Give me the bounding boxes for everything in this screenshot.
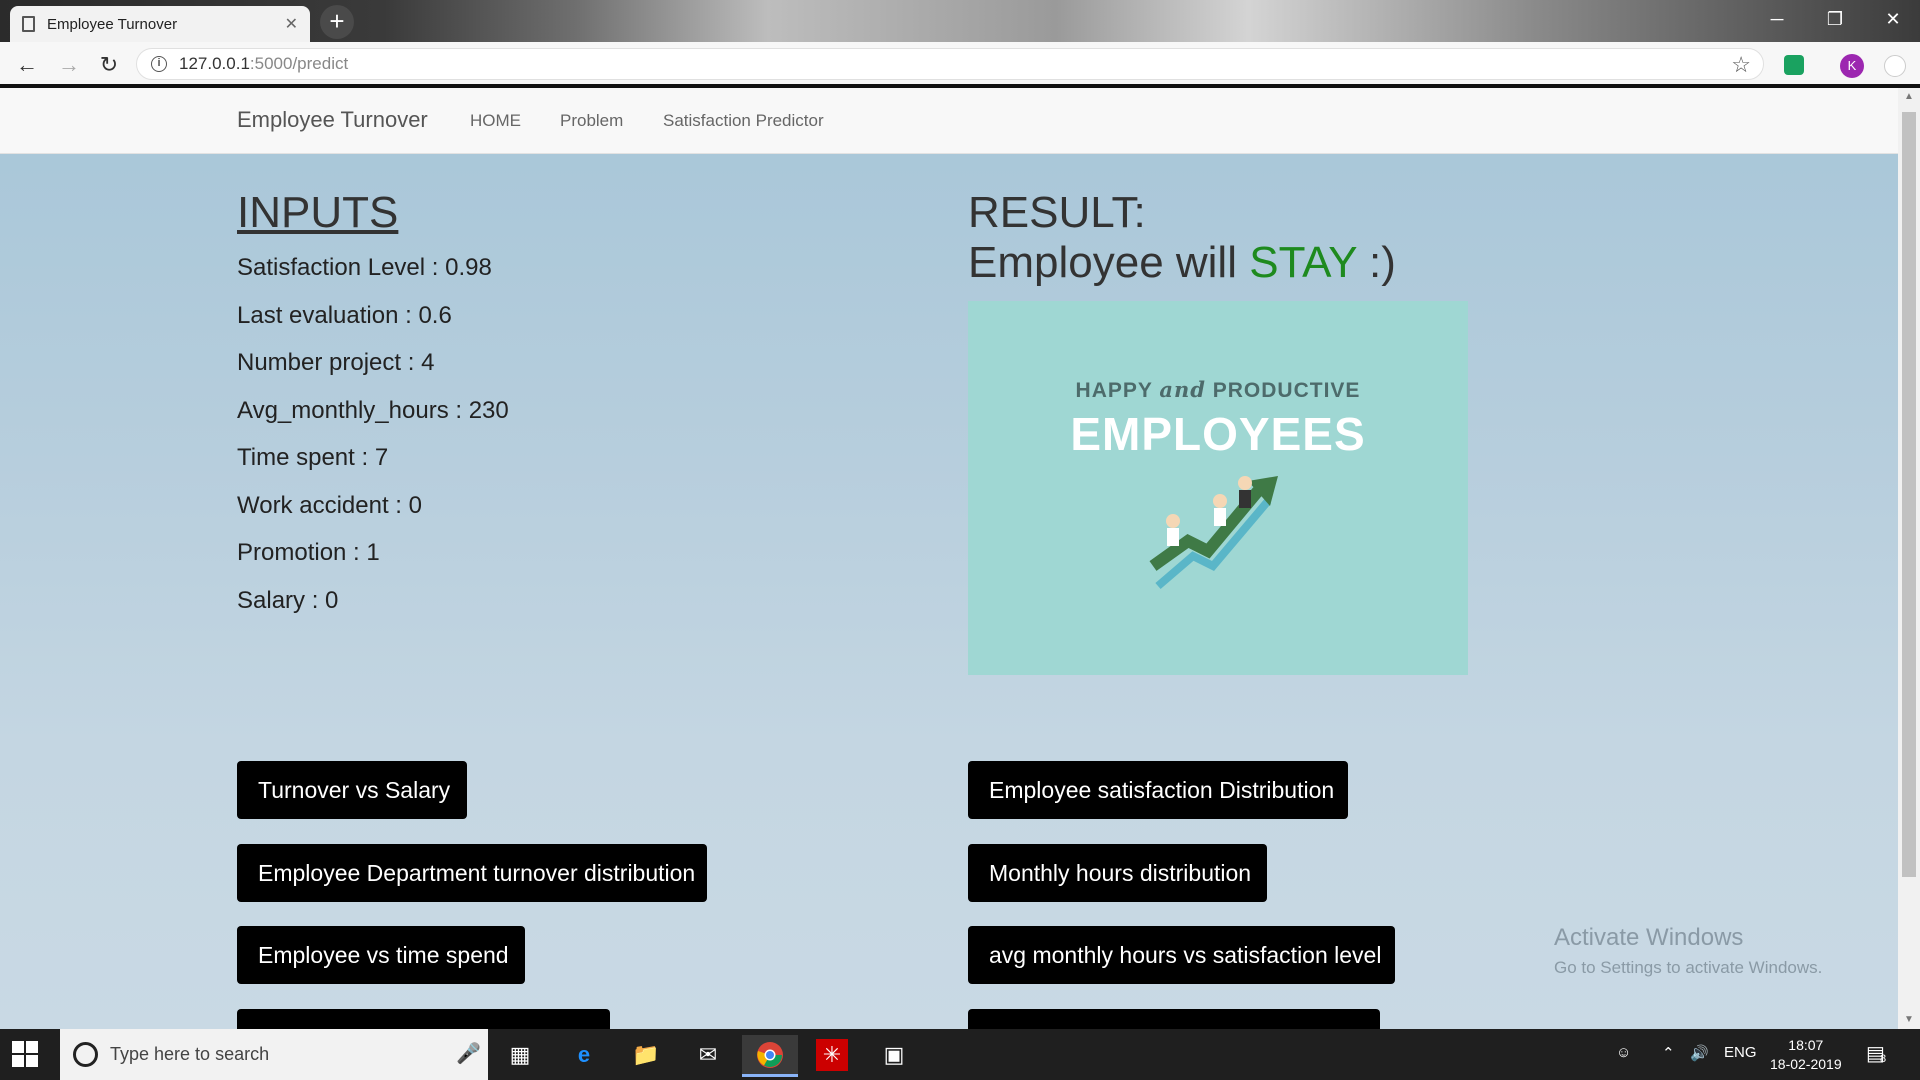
page-viewport: Employee Turnover HOME Problem Satisfact…	[0, 88, 1920, 1029]
taskbar-search-placeholder: Type here to search	[110, 1044, 270, 1064]
input-promotion: Promotion : 1	[237, 539, 380, 566]
url-path: :5000/predict	[249, 54, 349, 73]
taskbar-search-box[interactable]: Type here to search 🎤	[60, 1029, 488, 1080]
input-last-evaluation: Last evaluation : 0.6	[237, 301, 452, 329]
acrobat-icon[interactable]: ✳	[816, 1039, 848, 1071]
input-time-spent: Time spent : 7	[237, 444, 389, 471]
result-heading: RESULT:	[968, 188, 1146, 237]
input-number-project: Number project : 4	[237, 349, 435, 376]
tab-title: Employee Turnover	[47, 15, 178, 33]
restore-button[interactable]: ❐	[1806, 0, 1864, 38]
site-navbar: Employee Turnover HOME Problem Satisfact…	[0, 88, 1898, 154]
image-subtitle-b: and	[1159, 377, 1206, 402]
browser-titlebar: Employee Turnover ✕ + ─ ❐ ✕	[0, 0, 1920, 42]
nav-link-problem[interactable]: Problem	[560, 111, 623, 131]
input-salary: Salary : 0	[237, 586, 339, 614]
inputs-heading: INPUTS	[237, 188, 399, 237]
mail-icon[interactable]: ✉	[680, 1035, 736, 1077]
url-host: 127.0.0.1	[179, 54, 250, 73]
satisfaction-distribution-button[interactable]: Employee satisfaction Distribution	[968, 761, 1348, 819]
notification-count: 8	[1880, 1053, 1887, 1065]
info-icon[interactable]: i	[151, 56, 167, 72]
tab-close-icon[interactable]: ✕	[285, 14, 298, 34]
extension-icon[interactable]	[1784, 55, 1804, 75]
happy-employees-image: HAPPY and PRODUCTIVE EMPLOYEES	[968, 301, 1468, 675]
address-bar[interactable]: i 127.0.0.1:5000/predict ☆	[136, 48, 1764, 80]
nav-link-satisfaction-predictor[interactable]: Satisfaction Predictor	[663, 111, 824, 131]
result-block: RESULT: Employee will STAY :)	[968, 188, 1396, 288]
clock-date: 18-02-2019	[1770, 1056, 1842, 1072]
browser-toolbar: ← → ↻ i 127.0.0.1:5000/predict ☆ K	[0, 42, 1920, 88]
browser-tab[interactable]: Employee Turnover ✕	[10, 6, 310, 42]
taskbar-clock[interactable]: 18:07 18-02-2019	[1770, 1036, 1842, 1074]
department-turnover-button[interactable]: Employee Department turnover distributio…	[237, 844, 707, 902]
file-explorer-icon[interactable]: 📁	[618, 1035, 674, 1077]
watermark-line1: Activate Windows	[1554, 924, 1744, 951]
input-work-accident: Work accident : 0	[237, 491, 422, 519]
page-scrollbar[interactable]: ▲ ▼	[1898, 88, 1920, 1029]
profile-avatar[interactable]: K	[1840, 54, 1864, 78]
page-icon	[22, 16, 35, 32]
evaluation-vs-hours-button[interactable]: last evaluation vs avg monthly hours	[968, 1009, 1380, 1029]
notification-center-icon[interactable]: ▤ 8	[1866, 1041, 1892, 1067]
cortana-icon	[73, 1042, 98, 1067]
scroll-thumb[interactable]	[1902, 112, 1916, 877]
inputs-list: Satisfaction Level : 0.98 Last evaluatio…	[237, 254, 509, 634]
navbar-brand[interactable]: Employee Turnover	[237, 107, 428, 133]
tray-chevron-icon[interactable]: ⌃	[1662, 1044, 1675, 1062]
edge-icon[interactable]: e	[556, 1035, 612, 1077]
input-satisfaction-level: Satisfaction Level : 0.98	[237, 254, 492, 281]
hours-vs-satisfaction-button[interactable]: avg monthly hours vs satisfaction level	[968, 926, 1395, 984]
growth-arrow-icon	[1149, 476, 1278, 590]
volume-icon[interactable]: 🔊	[1690, 1044, 1709, 1062]
windows-taskbar: Type here to search 🎤 ▦ e 📁 ✉ ✳ ▣ ☺ ⌃ 🔊 …	[0, 1029, 1920, 1080]
bookmark-star-icon[interactable]: ☆	[1731, 52, 1751, 78]
microphone-icon[interactable]: 🎤	[456, 1041, 481, 1066]
input-avg-monthly-hours: Avg_monthly_hours : 230	[237, 396, 509, 424]
result-verdict: STAY	[1249, 238, 1357, 287]
language-indicator[interactable]: ENG	[1724, 1044, 1757, 1061]
turnover-vs-salary-button[interactable]: Turnover vs Salary	[237, 761, 467, 819]
image-subtitle-c: PRODUCTIVE	[1205, 379, 1361, 402]
image-subtitle-a: HAPPY	[1075, 379, 1160, 402]
employee-vs-time-spend-button[interactable]: Employee vs time spend	[237, 926, 525, 984]
chrome-icon[interactable]	[742, 1035, 798, 1077]
image-title: EMPLOYEES	[1070, 408, 1366, 460]
windows-start-icon[interactable]	[12, 1041, 40, 1069]
activate-windows-watermark: Activate Windows Go to Settings to activ…	[1554, 924, 1822, 978]
employees-vs-projects-button[interactable]: No of Employees vs no of projects	[237, 1009, 610, 1029]
close-window-button[interactable]: ✕	[1864, 0, 1920, 38]
back-arrow-icon[interactable]: ←	[12, 50, 42, 80]
minimize-button[interactable]: ─	[1748, 0, 1806, 38]
watermark-line2: Go to Settings to activate Windows.	[1554, 958, 1823, 977]
scroll-down-icon[interactable]: ▼	[1898, 1011, 1920, 1029]
forward-arrow-icon[interactable]: →	[54, 50, 84, 80]
terminal-icon[interactable]: ▣	[866, 1035, 922, 1077]
nav-link-home[interactable]: HOME	[470, 111, 521, 131]
scroll-up-icon[interactable]: ▲	[1898, 88, 1920, 106]
clock-time: 18:07	[1788, 1037, 1824, 1053]
image-subtitle: HAPPY and PRODUCTIVE	[968, 377, 1468, 403]
result-suffix: :)	[1356, 238, 1396, 287]
result-prefix: Employee will	[968, 238, 1250, 287]
task-view-icon[interactable]: ▦	[492, 1035, 548, 1077]
people-icon[interactable]: ☺	[1616, 1044, 1631, 1061]
browser-menu-icon[interactable]	[1884, 55, 1906, 77]
result-text: Employee will STAY :)	[968, 238, 1396, 288]
reload-icon[interactable]: ↻	[94, 50, 124, 80]
new-tab-button[interactable]: +	[320, 5, 354, 39]
monthly-hours-distribution-button[interactable]: Monthly hours distribution	[968, 844, 1267, 902]
chrome-logo-icon	[757, 1042, 783, 1068]
